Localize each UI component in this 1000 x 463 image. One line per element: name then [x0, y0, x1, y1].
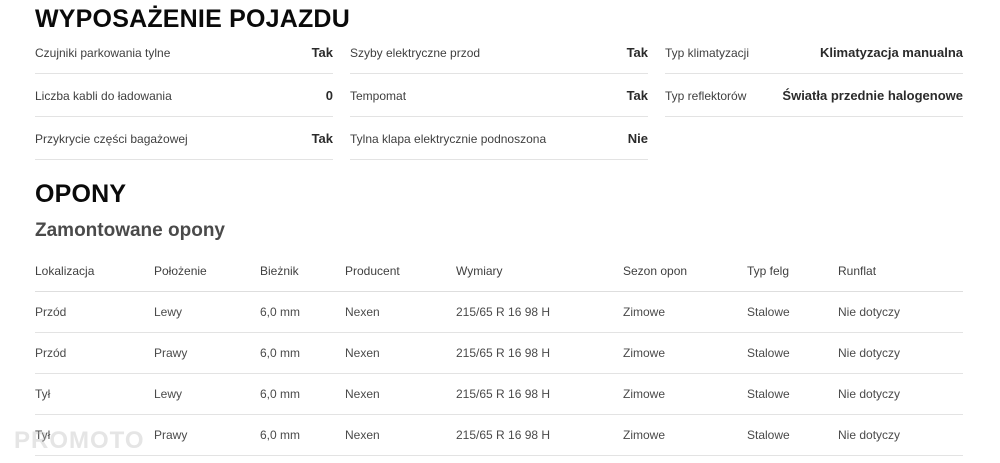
table-cell: 215/65 R 16 98 H	[456, 305, 551, 319]
table-cell: Lewy	[154, 305, 183, 319]
equipment-item-value: Tak	[311, 131, 333, 146]
equipment-item: Szyby elektryczne przod Tak	[350, 32, 648, 74]
table-cell: Zimowe	[623, 346, 666, 360]
column-header: Producent	[345, 263, 400, 278]
table-cell: Tył	[35, 387, 51, 401]
table-cell: Nie dotyczy	[838, 428, 901, 442]
equipment-item: Tylna klapa elektrycznie podnoszona Nie	[350, 118, 648, 160]
table-cell: Przód	[35, 305, 67, 319]
column-header: Wymiary	[456, 263, 503, 278]
column-header: Sezon opon	[623, 263, 688, 278]
table-row: Przód Prawy 6,0 mm Nexen 215/65 R 16 98 …	[35, 333, 963, 374]
equipment-item: Tempomat Tak	[350, 75, 648, 117]
table-cell: 215/65 R 16 98 H	[456, 346, 551, 360]
equipment-item-value: Nie	[627, 131, 648, 146]
mounted-tires-subtitle: Zamontowane opony	[35, 220, 225, 241]
column-header: Typ felg	[747, 263, 790, 278]
table-cell: Zimowe	[623, 305, 666, 319]
table-cell: Nexen	[345, 305, 380, 319]
equipment-item-label: Przykrycie części bagażowej	[35, 131, 188, 146]
equipment-item-label: Liczba kabli do ładowania	[35, 88, 172, 103]
tires-section-title: OPONY	[35, 180, 127, 208]
table-cell: Nie dotyczy	[838, 305, 901, 319]
table-cell: 6,0 mm	[260, 305, 301, 319]
table-cell: Przód	[35, 346, 67, 360]
table-cell: Prawy	[154, 428, 188, 442]
table-cell: Nexen	[345, 428, 380, 442]
equipment-item-label: Szyby elektryczne przod	[350, 45, 481, 60]
table-row: Tył Lewy 6,0 mm Nexen 215/65 R 16 98 H Z…	[35, 374, 963, 415]
tires-table: Lokalizacja Położenie Bieżnik Producent …	[35, 250, 963, 456]
equipment-item-value: Tak	[311, 45, 333, 60]
table-cell: Lewy	[154, 387, 183, 401]
equipment-column-1: Czujniki parkowania tylne Tak Liczba kab…	[35, 32, 333, 161]
table-cell: 6,0 mm	[260, 428, 301, 442]
column-header: Bieżnik	[260, 263, 299, 278]
column-header: Runflat	[838, 263, 877, 278]
table-cell: Nie dotyczy	[838, 346, 901, 360]
equipment-item: Liczba kabli do ładowania 0	[35, 75, 333, 117]
equipment-item-label: Typ klimatyzacji	[665, 45, 750, 60]
table-cell: Nexen	[345, 387, 380, 401]
table-cell: Stalowe	[747, 346, 790, 360]
table-cell: Nie dotyczy	[838, 387, 901, 401]
table-row: Przód Lewy 6,0 mm Nexen 215/65 R 16 98 H…	[35, 292, 963, 333]
equipment-item: Typ reflektorów Światła przednie halogen…	[665, 75, 963, 117]
table-cell: Stalowe	[747, 428, 790, 442]
equipment-item-value: Światła przednie halogenowe	[782, 88, 963, 103]
table-cell: Zimowe	[623, 387, 666, 401]
equipment-column-2: Szyby elektryczne przod Tak Tempomat Tak…	[350, 32, 648, 161]
table-cell: Nexen	[345, 346, 380, 360]
equipment-item-value: 0	[325, 88, 333, 103]
equipment-item-label: Tylna klapa elektrycznie podnoszona	[350, 131, 547, 146]
table-cell: Zimowe	[623, 428, 666, 442]
table-header-row: Lokalizacja Położenie Bieżnik Producent …	[35, 250, 963, 292]
equipment-item-value: Tak	[626, 45, 648, 60]
table-cell: Stalowe	[747, 305, 790, 319]
table-cell: 215/65 R 16 98 H	[456, 428, 551, 442]
table-row: Tył Prawy 6,0 mm Nexen 215/65 R 16 98 H …	[35, 415, 963, 456]
table-cell: 6,0 mm	[260, 346, 301, 360]
table-cell: Prawy	[154, 346, 188, 360]
equipment-item: Czujniki parkowania tylne Tak	[35, 32, 333, 74]
table-cell: Tył	[35, 428, 51, 442]
equipment-item-label: Czujniki parkowania tylne	[35, 45, 171, 60]
equipment-item-value: Klimatyzacja manualna	[819, 45, 963, 60]
column-header: Położenie	[154, 263, 207, 278]
equipment-item: Przykrycie części bagażowej Tak	[35, 118, 333, 160]
equipment-item: Typ klimatyzacji Klimatyzacja manualna	[665, 32, 963, 74]
equipment-column-3: Typ klimatyzacji Klimatyzacja manualna T…	[665, 32, 963, 118]
equipment-item-label: Typ reflektorów	[665, 88, 747, 103]
table-cell: 215/65 R 16 98 H	[456, 387, 551, 401]
table-cell: Stalowe	[747, 387, 790, 401]
equipment-section-title: WYPOSAŻENIE POJAZDU	[35, 5, 350, 33]
column-header: Lokalizacja	[35, 263, 95, 278]
equipment-item-value: Tak	[626, 88, 648, 103]
table-cell: 6,0 mm	[260, 387, 301, 401]
equipment-item-label: Tempomat	[350, 88, 407, 103]
